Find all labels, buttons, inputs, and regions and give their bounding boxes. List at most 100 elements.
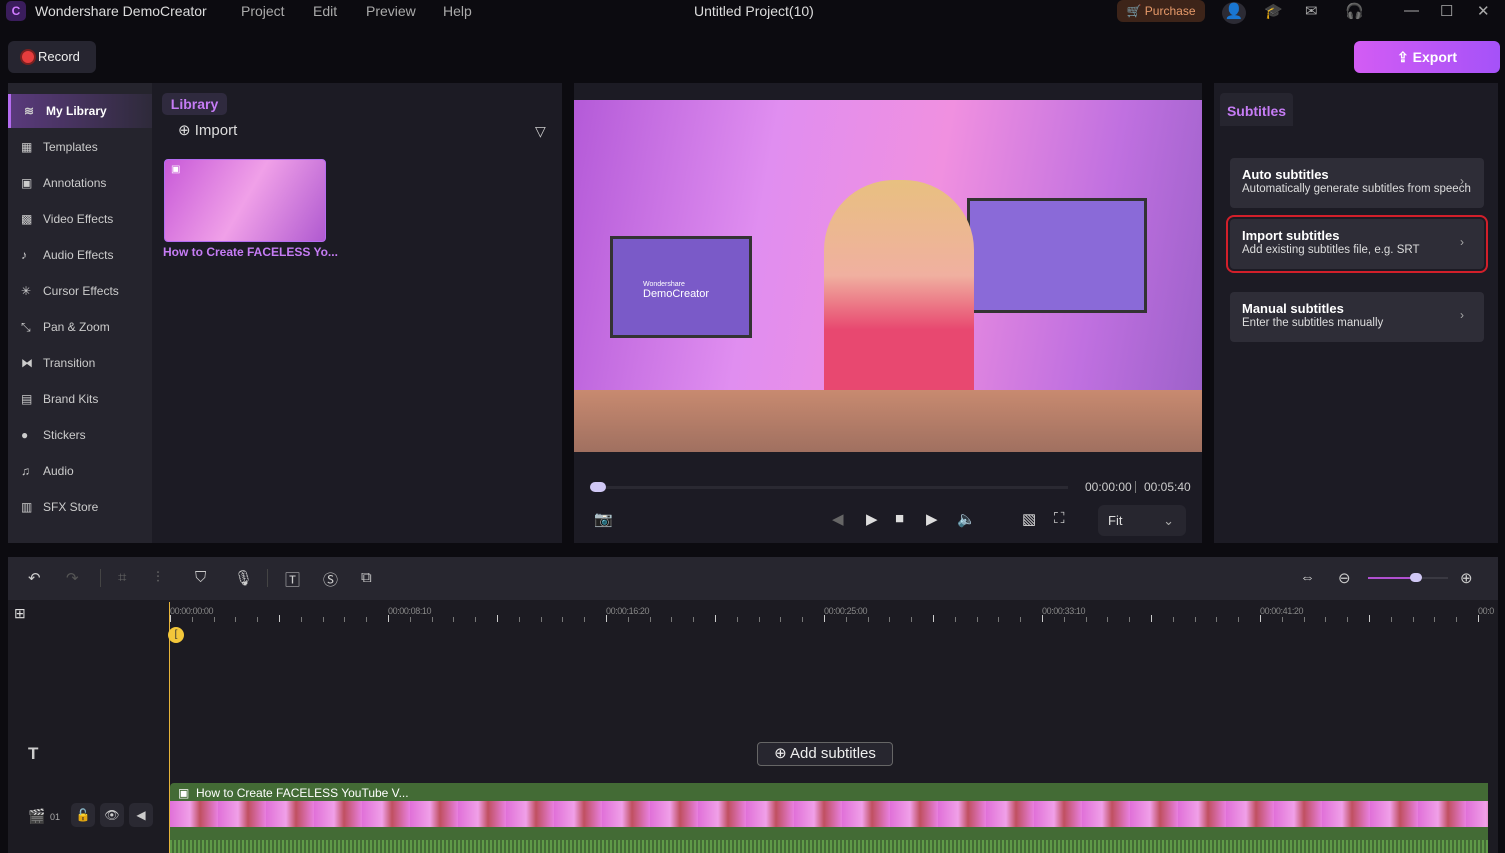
sidebar-item-transition[interactable]: ⧓ Transition (8, 346, 152, 380)
zoom-in-icon[interactable]: ⊕ (1460, 569, 1473, 587)
add-subtitles-label: Add subtitles (790, 745, 876, 762)
text-track-icon: T (28, 744, 39, 763)
filter-icon[interactable]: ▽ (535, 123, 546, 140)
sidebar-item-label: Brand Kits (43, 392, 99, 406)
menu-project[interactable]: Project (241, 3, 285, 19)
sidebar-item-my-library[interactable]: ≋ My Library (8, 94, 152, 128)
microphone-icon[interactable]: 🎙 (234, 569, 253, 587)
close-icon[interactable]: ✕ (1477, 2, 1490, 20)
tab-subtitles[interactable]: Subtitles (1220, 93, 1293, 126)
toolbar-divider (100, 569, 101, 587)
manual-subtitles-card[interactable]: Manual subtitles Enter the subtitles manu… (1230, 292, 1484, 342)
next-frame-icon[interactable]: ▶ (926, 510, 938, 528)
menu-preview[interactable]: Preview (366, 3, 416, 19)
auto-subtitles-card[interactable]: Auto subtitles Automatically generate sub… (1230, 158, 1484, 208)
ruler-tick (758, 617, 760, 622)
safe-area-icon[interactable]: ▧ (1022, 510, 1036, 528)
tab-library[interactable]: Library (162, 93, 227, 115)
import-button[interactable]: ⊕ Import (178, 121, 237, 139)
sidebar-item-stickers[interactable]: ● Stickers (8, 418, 152, 452)
support-headset-icon[interactable]: 🎧 (1345, 2, 1364, 20)
ruler-tick (257, 617, 259, 622)
sidebar-item-label: Transition (43, 356, 96, 370)
ruler-tick (911, 617, 913, 622)
ruler-tick (1194, 617, 1196, 622)
video-preview[interactable]: Wondershare DemoCreator (574, 100, 1202, 452)
caption-text-icon[interactable]: ⧉ (361, 569, 372, 586)
sidebar-item-pan-zoom[interactable]: ⤡ Pan & Zoom (8, 310, 152, 344)
add-subtitles-button[interactable]: ⊕ Add subtitles (757, 742, 893, 766)
undo-icon[interactable]: ↶ (28, 569, 41, 587)
export-button[interactable]: ⇪ Export (1354, 41, 1500, 73)
ruler-tick (1347, 617, 1349, 622)
stop-icon[interactable]: ■ (895, 510, 904, 527)
ruler-tick (1063, 617, 1065, 622)
timeline-zoom-fill (1368, 577, 1416, 579)
screenshot-camera-icon[interactable]: 📷 (594, 510, 613, 528)
mail-icon[interactable]: ✉ (1305, 2, 1318, 20)
card-title: Manual subtitles (1242, 301, 1344, 316)
visibility-eye-icon[interactable]: 👁 (100, 803, 124, 827)
sticker-icon: ● (21, 428, 29, 442)
redo-icon[interactable]: ↷ (66, 569, 79, 587)
play-icon[interactable]: ▶ (866, 510, 878, 528)
fit-timeline-icon[interactable]: ⇔ (1300, 569, 1315, 586)
chevron-down-icon: ⌄ (1163, 513, 1174, 528)
minimize-icon[interactable]: — (1404, 2, 1419, 19)
video-watermark-small: Wondershare (643, 281, 685, 288)
sidebar-item-video-effects[interactable]: ▩ Video Effects (8, 202, 152, 236)
zoom-select[interactable]: Fit ⌄ (1098, 505, 1186, 536)
ruler-tick (954, 617, 956, 622)
ruler-tick (1085, 617, 1087, 622)
lock-track-button[interactable]: 🔓 (71, 803, 95, 827)
tutorial-cap-icon[interactable]: 🎓 (1264, 2, 1283, 20)
playhead-handle[interactable]: [ (168, 627, 184, 643)
zoom-out-icon[interactable]: ⊖ (1338, 569, 1351, 587)
crop-icon[interactable]: ⌗ (118, 569, 126, 586)
seek-handle[interactable] (590, 482, 606, 492)
seek-bar[interactable] (590, 486, 1068, 489)
sidebar-item-cursor-effects[interactable]: ✳ Cursor Effects (8, 274, 152, 308)
ruler-tick (388, 615, 389, 622)
volume-icon[interactable]: 🔈 (957, 510, 976, 528)
sidebar-item-sfx-store[interactable]: ▥ SFX Store (8, 490, 152, 524)
annotation-icon: ▣ (21, 176, 33, 190)
record-button[interactable]: Record (8, 41, 96, 73)
menu-help[interactable]: Help (443, 3, 472, 19)
split-icon[interactable]: ⫶ (156, 569, 160, 586)
add-track-icon[interactable]: ⊞ (14, 605, 26, 622)
fullscreen-icon[interactable]: ⛶ (1054, 510, 1065, 527)
media-thumbnail[interactable]: ▣ (164, 159, 326, 242)
sidebar-item-templates[interactable]: ▦ Templates (8, 130, 152, 164)
sidebar-item-annotations[interactable]: ▣ Annotations (8, 166, 152, 200)
sidebar-item-brand-kits[interactable]: ▤ Brand Kits (8, 382, 152, 416)
previous-frame-icon[interactable]: ◀ (832, 510, 844, 528)
menu-edit[interactable]: Edit (313, 3, 337, 19)
user-icon[interactable]: 👤 (1222, 2, 1246, 24)
text-box-icon[interactable]: 🅃 (285, 569, 300, 590)
mute-track-icon[interactable]: ◀ (129, 803, 153, 827)
marker-icon[interactable]: ⛉ (195, 569, 206, 586)
sidebar-item-audio-effects[interactable]: ♪ Audio Effects (8, 238, 152, 272)
purchase-button[interactable]: 🛒 Purchase (1117, 0, 1205, 22)
transition-icon: ⧓ (21, 356, 33, 370)
subtitle-text-icon[interactable]: Ⓢ (323, 569, 338, 590)
ruler-tick (627, 617, 629, 622)
ruler-label: 00:00:00:00 (170, 606, 214, 616)
maximize-icon[interactable]: ☐ (1440, 2, 1453, 20)
timeline-zoom-handle[interactable] (1410, 573, 1422, 582)
sidebar-item-label: Templates (43, 140, 98, 154)
ruler-tick (1369, 615, 1370, 622)
ruler-tick (213, 617, 215, 622)
ruler-label: 00:0 (1478, 606, 1494, 616)
ruler-tick (366, 617, 368, 622)
ruler-tick (1238, 617, 1240, 622)
clip-title: ▣ How to Create FACELESS YouTube V... (178, 786, 409, 800)
import-subtitles-card[interactable]: Import subtitles Add existing subtitles f… (1226, 215, 1488, 273)
chevron-right-icon: › (1460, 308, 1464, 322)
video-watermark: DemoCreator (643, 288, 710, 300)
ruler-tick (1281, 617, 1283, 622)
clip-thumbnails (170, 801, 1488, 827)
toolbar-divider (267, 569, 268, 587)
sidebar-item-audio[interactable]: ♫ Audio (8, 454, 152, 488)
